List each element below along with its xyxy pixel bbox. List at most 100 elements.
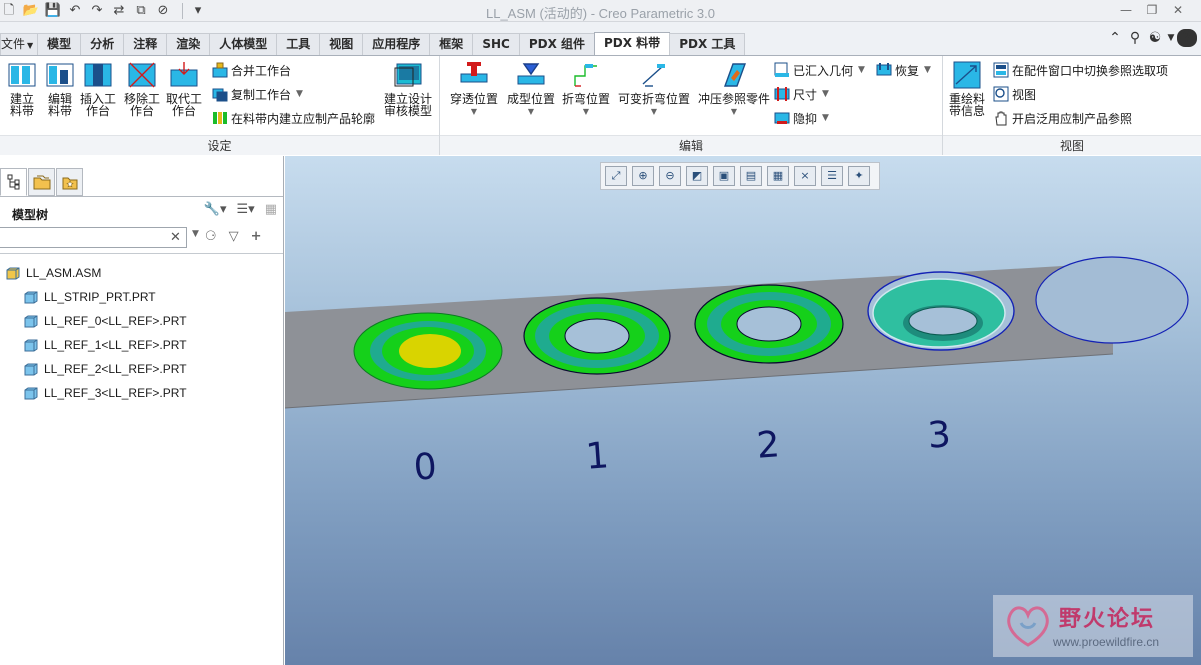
- maximize-icon[interactable]: ❐: [1139, 2, 1165, 18]
- tab-10[interactable]: SHC: [472, 33, 520, 55]
- display-style-icon[interactable]: ▣: [713, 166, 735, 186]
- open-icon[interactable]: 📂: [22, 3, 40, 19]
- ribbon-tabs: 文件 ▼ 模型 分析 注释 渲染 人体模型 工具 视图 应用程序 框架 SHC PDX 组件 PDX 料带…: [0, 32, 746, 55]
- insert-station-button[interactable]: 插入工 作台: [76, 60, 120, 117]
- punch-reference-button[interactable]: 冲压参照零件 ▼: [694, 60, 774, 118]
- datum-display-icon[interactable]: ×: [794, 166, 816, 186]
- tree-node[interactable]: LL_REF_3<LL_REF>.PRT: [0, 381, 283, 405]
- tree-node[interactable]: LL_ASM.ASM: [0, 261, 283, 285]
- open-product-reference-button[interactable]: 开启泛用应制产品参照: [993, 108, 1132, 128]
- imported-geometry-button[interactable]: 已汇入几何 ▼: [774, 60, 865, 80]
- chevron-down-icon: ▼: [924, 65, 931, 75]
- bend-position-button[interactable]: 折弯位置 ▼: [558, 60, 614, 118]
- station-4-outline[interactable]: [1035, 256, 1189, 344]
- redraw-strip-button[interactable]: 重绘料 带信息: [945, 60, 989, 117]
- collapse-ribbon-icon[interactable]: ⌃: [1105, 29, 1125, 47]
- regenerate-icon[interactable]: ⇄: [110, 3, 128, 19]
- redraw-strip-button-label: 重绘料 带信息: [948, 92, 985, 118]
- customize-icon[interactable]: ▾: [189, 3, 207, 19]
- model-tree-tab[interactable]: [0, 168, 27, 196]
- close-icon[interactable]: ✕: [1165, 2, 1191, 18]
- tab-4[interactable]: 渲染: [166, 33, 211, 55]
- redo-icon[interactable]: ↷: [88, 3, 106, 19]
- folder-browser-tab[interactable]: [28, 168, 55, 196]
- chevron-down-icon: ▼: [858, 65, 865, 75]
- minimize-icon[interactable]: —: [1113, 2, 1139, 18]
- tree-node[interactable]: LL_REF_2<LL_REF>.PRT: [0, 357, 283, 381]
- chevron-down-icon[interactable]: ▼: [192, 229, 199, 244]
- create-profile-button[interactable]: 在料带内建立应制产品轮廓: [212, 108, 375, 128]
- replace-station-button[interactable]: 取代工 作台: [162, 60, 206, 117]
- tab-13[interactable]: PDX 工具: [669, 33, 746, 55]
- tab-1[interactable]: 模型: [37, 33, 82, 55]
- resume-button[interactable]: 恢复 ▼: [876, 60, 931, 80]
- part-icon: [24, 387, 38, 399]
- tree-columns-icon[interactable]: ☰▾: [237, 202, 255, 217]
- favorites-tab[interactable]: [56, 168, 83, 196]
- tab-12[interactable]: PDX 料带: [594, 32, 671, 55]
- suppress-button[interactable]: 隐抑 ▼: [774, 108, 829, 128]
- tab-9[interactable]: 框架: [429, 33, 474, 55]
- tab-label: 框架: [439, 37, 464, 51]
- station-1-hole: [564, 318, 630, 354]
- remove-station-button[interactable]: 移除工 作台: [120, 60, 164, 117]
- annotation-display-icon[interactable]: ☰: [821, 166, 843, 186]
- tree-settings-icon[interactable]: 🔧▾: [204, 202, 227, 217]
- binoculars-icon[interactable]: ⚆: [205, 229, 217, 244]
- toggle-reference-button[interactable]: 在配件窗口中切换参照选取项: [993, 60, 1168, 80]
- search-icon[interactable]: ⚲: [1125, 29, 1145, 47]
- dimension-button[interactable]: 尺寸 ▼: [774, 84, 829, 104]
- view-manager-icon[interactable]: ▦: [767, 166, 789, 186]
- account-icon[interactable]: ☯: [1145, 29, 1165, 47]
- refit-icon[interactable]: ⤢: [605, 166, 627, 186]
- tab-11[interactable]: PDX 组件: [518, 33, 595, 55]
- create-review-model-button[interactable]: 建立设计 审核模型: [380, 60, 436, 117]
- tab-0[interactable]: 文件 ▼: [0, 33, 39, 55]
- spin-center-icon[interactable]: ✦: [848, 166, 870, 186]
- tree-node[interactable]: LL_REF_0<LL_REF>.PRT: [0, 309, 283, 333]
- undo-icon[interactable]: ↶: [66, 3, 84, 19]
- add-icon[interactable]: +: [251, 229, 262, 244]
- station-0-center: [399, 334, 461, 368]
- close-window-icon[interactable]: ⊘: [154, 3, 172, 19]
- geom-icon: [774, 62, 789, 77]
- strip-layout-scene[interactable]: 0 1 2 3: [285, 156, 1201, 665]
- tab-3[interactable]: 注释: [123, 33, 168, 55]
- station-2-hole: [736, 306, 802, 342]
- new-icon[interactable]: 🗋: [0, 3, 18, 19]
- tab-2[interactable]: 分析: [80, 33, 125, 55]
- merge-station-button[interactable]: 合并工作台: [212, 60, 291, 80]
- help-icon[interactable]: ?: [1177, 29, 1197, 47]
- clear-search-icon[interactable]: ✕: [170, 230, 181, 245]
- tab-6[interactable]: 工具: [276, 33, 321, 55]
- repaint-icon[interactable]: ◩: [686, 166, 708, 186]
- tree-hide-icon[interactable]: ▦: [265, 202, 277, 217]
- chevron-down-icon[interactable]: ▼: [1165, 29, 1177, 47]
- save-icon[interactable]: 💾: [44, 3, 62, 19]
- form-position-button[interactable]: 成型位置 ▼: [502, 60, 560, 118]
- model-tree: LL_ASM.ASM LL_STRIP_PRT.PRT LL_REF_0<LL_RE…: [0, 261, 283, 405]
- saved-views-icon[interactable]: ▤: [740, 166, 762, 186]
- tab-5[interactable]: 人体模型: [209, 33, 278, 55]
- tree-search-input[interactable]: [0, 227, 187, 248]
- variable-bend-button[interactable]: 可变折弯位置 ▼: [614, 60, 694, 118]
- tab-8[interactable]: 应用程序: [362, 33, 431, 55]
- windows-icon[interactable]: ⧉: [132, 3, 150, 19]
- station-label-1: 1: [584, 435, 610, 477]
- tab-7[interactable]: 视图: [319, 33, 364, 55]
- title-bar: 🗋 📂 💾 ↶ ↷ ⇄ ⧉ ⊘ ▾ LL_ASM (活动的) - Creo Parametric…: [0, 0, 1201, 22]
- filter-icon[interactable]: ▽: [229, 229, 239, 244]
- chevron-down-icon: ▼: [296, 89, 303, 99]
- pierce-position-button[interactable]: 穿透位置 ▼: [444, 60, 504, 118]
- graphics-window[interactable]: 0 1 2 3 ⤢ ⊕ ⊖ ◩ ▣ ▤ ▦ × ☰ ✦ 野火论坛 www.proewildfire.cn: [285, 156, 1201, 665]
- tree-node[interactable]: LL_STRIP_PRT.PRT: [0, 285, 283, 309]
- copy-station-button[interactable]: 复制工作台 ▼: [212, 84, 303, 104]
- tab-label: SHC: [482, 37, 510, 51]
- zoom-out-icon[interactable]: ⊖: [659, 166, 681, 186]
- view-button[interactable]: 视图: [993, 84, 1036, 104]
- assembly-icon: [6, 267, 20, 279]
- tree-node[interactable]: LL_REF_1<LL_REF>.PRT: [0, 333, 283, 357]
- zoom-in-icon[interactable]: ⊕: [632, 166, 654, 186]
- chevron-down-icon: ▼: [730, 107, 738, 116]
- chevron-down-icon: ▼: [650, 107, 658, 116]
